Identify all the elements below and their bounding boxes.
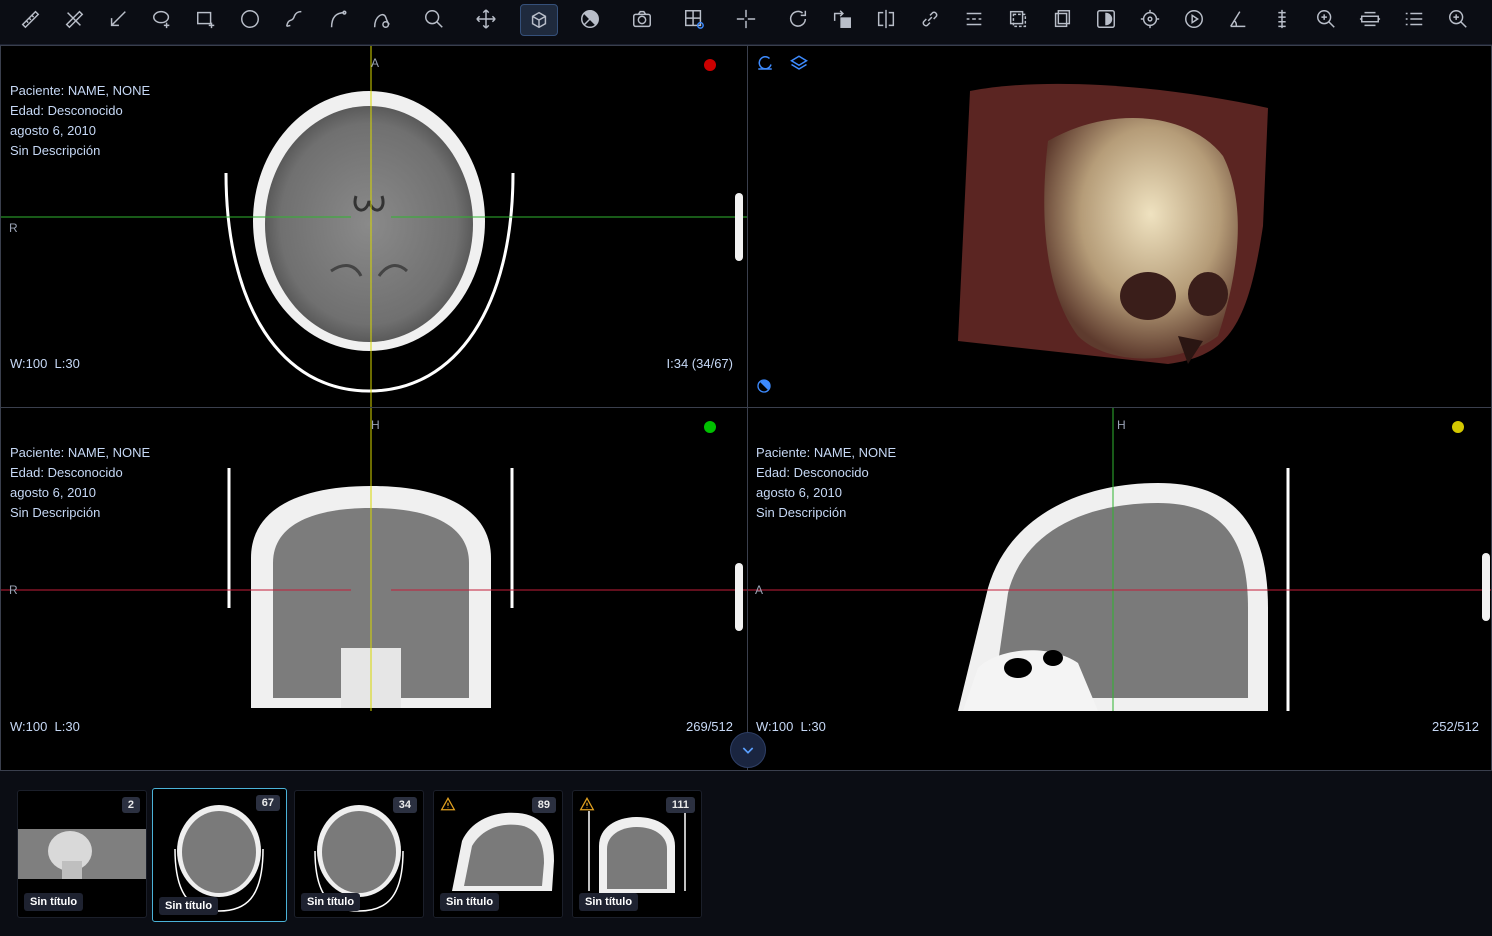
slice-scrollbar[interactable]	[735, 563, 743, 631]
layers-icon[interactable]	[790, 54, 808, 72]
image-count-badge: 111	[665, 797, 695, 813]
series-thumbnail-selected[interactable]: 67 Sin título	[152, 788, 287, 922]
sync-icon[interactable]	[956, 4, 992, 34]
rectangle-roi-icon[interactable]	[188, 4, 224, 34]
image-count-badge: 2	[121, 797, 140, 813]
image-index-readout: 269/512	[686, 719, 733, 734]
series-thumbnail-strip: 2 Sin título 67 Sin título 34 Sin título…	[0, 772, 1492, 936]
rotate-view-icon[interactable]	[824, 4, 860, 34]
stack-icon[interactable]	[1044, 4, 1080, 34]
cine-play-icon[interactable]	[1176, 4, 1212, 34]
series-label: Sin título	[24, 893, 84, 911]
invert-icon[interactable]	[1088, 4, 1124, 34]
study-description: Sin Descripción	[756, 505, 847, 520]
magnify-icon[interactable]	[1308, 4, 1344, 34]
patient-age: Edad: Desconocido	[10, 465, 123, 480]
probe-icon[interactable]	[1264, 4, 1300, 34]
coronal-viewport[interactable]: H R Paciente: NAME, NONE Edad: Desconoci…	[0, 407, 748, 771]
slice-scrollbar[interactable]	[735, 193, 743, 261]
zoom-icon[interactable]	[416, 4, 452, 34]
rotate-3d-icon[interactable]	[520, 4, 558, 36]
volume-render-image	[958, 83, 1268, 364]
viewport-color-dot	[704, 59, 716, 71]
series-label: Sin título	[159, 897, 219, 915]
orientation-left-marker: R	[9, 583, 18, 597]
patient-name: Paciente: NAME, NONE	[10, 445, 151, 460]
orientation-top-marker: A	[371, 56, 380, 70]
collapse-panel-button[interactable]	[730, 732, 766, 768]
layout-settings-icon[interactable]	[676, 4, 712, 34]
toolbar	[0, 0, 1492, 45]
volume-render-viewport[interactable]	[747, 45, 1492, 408]
series-label: Sin título	[579, 893, 639, 911]
render-preset-icon[interactable]	[756, 378, 772, 394]
pan-icon[interactable]	[468, 4, 504, 34]
capture-icon[interactable]	[624, 4, 660, 34]
window-level-readout: W:100 L:30	[10, 356, 80, 371]
rotate-reset-icon[interactable]	[756, 54, 774, 72]
patient-info: Paciente: NAME, NONE Edad: Desconocido a…	[756, 443, 896, 523]
sagittal-viewport[interactable]: H A Paciente: NAME, NONE Edad: Desconoci…	[747, 407, 1492, 771]
patient-info: Paciente: NAME, NONE Edad: Desconocido a…	[10, 81, 150, 161]
image-count-badge: 89	[531, 797, 556, 813]
orientation-left-marker: R	[9, 221, 18, 235]
warning-icon	[579, 797, 595, 811]
clone-icon[interactable]	[1000, 4, 1036, 34]
study-date: agosto 6, 2010	[756, 485, 843, 500]
slice-scrollbar[interactable]	[1482, 553, 1490, 621]
study-date: agosto 6, 2010	[10, 485, 97, 500]
chevron-down-icon	[742, 747, 754, 754]
image-count-badge: 67	[255, 795, 280, 811]
patient-name: Paciente: NAME, NONE	[756, 445, 897, 460]
crosshair-icon[interactable]	[728, 4, 764, 34]
patient-info: Paciente: NAME, NONE Edad: Desconocido a…	[10, 443, 150, 523]
series-thumbnail[interactable]: 89 Sin título	[433, 790, 563, 918]
patient-name: Paciente: NAME, NONE	[10, 83, 151, 98]
spline-icon[interactable]	[364, 4, 400, 34]
orientation-left-marker: A	[755, 583, 764, 597]
link-icon[interactable]	[912, 4, 948, 34]
scroll-icon[interactable]	[1352, 4, 1388, 34]
reset-icon[interactable]	[780, 4, 816, 34]
ellipse-roi-icon[interactable]	[232, 4, 268, 34]
warning-icon	[440, 797, 456, 811]
study-description: Sin Descripción	[10, 143, 101, 158]
orientation-top-marker: H	[1117, 418, 1126, 432]
patient-age: Edad: Desconocido	[756, 465, 869, 480]
series-thumbnail[interactable]: 2 Sin título	[17, 790, 147, 918]
bezier-icon[interactable]	[320, 4, 356, 34]
angle-ruler-icon[interactable]	[56, 4, 92, 34]
series-label: Sin título	[301, 893, 361, 911]
zoom-in-icon[interactable]	[1440, 4, 1476, 34]
image-index-readout: 252/512	[1432, 719, 1479, 734]
study-date: agosto 6, 2010	[10, 123, 97, 138]
ruler-icon[interactable]	[12, 4, 48, 34]
freehand-icon[interactable]	[276, 4, 312, 34]
image-count-badge: 34	[392, 797, 417, 813]
list-icon[interactable]	[1396, 4, 1432, 34]
window-level-readout: W:100 L:30	[756, 719, 826, 734]
angle-icon[interactable]	[1220, 4, 1256, 34]
axial-viewport[interactable]: A R Paciente: NAME, NONE Edad: Desconoci…	[0, 45, 748, 408]
image-index-readout: I:34 (34/67)	[666, 356, 734, 371]
flip-icon[interactable]	[868, 4, 904, 34]
orientation-top-marker: H	[371, 418, 380, 432]
series-thumbnail[interactable]: 111 Sin título	[572, 790, 702, 918]
window-level-readout: W:100 L:30	[10, 719, 80, 734]
viewport-color-dot	[704, 421, 716, 433]
arrow-annotate-icon[interactable]	[100, 4, 136, 34]
study-description: Sin Descripción	[10, 505, 101, 520]
lasso-roi-icon[interactable]	[144, 4, 180, 34]
series-label: Sin título	[440, 893, 500, 911]
series-thumbnail[interactable]: 34 Sin título	[294, 790, 424, 918]
viewport-color-dot	[1452, 421, 1464, 433]
window-level-icon[interactable]	[572, 4, 608, 34]
target-icon[interactable]	[1132, 4, 1168, 34]
patient-age: Edad: Desconocido	[10, 103, 123, 118]
